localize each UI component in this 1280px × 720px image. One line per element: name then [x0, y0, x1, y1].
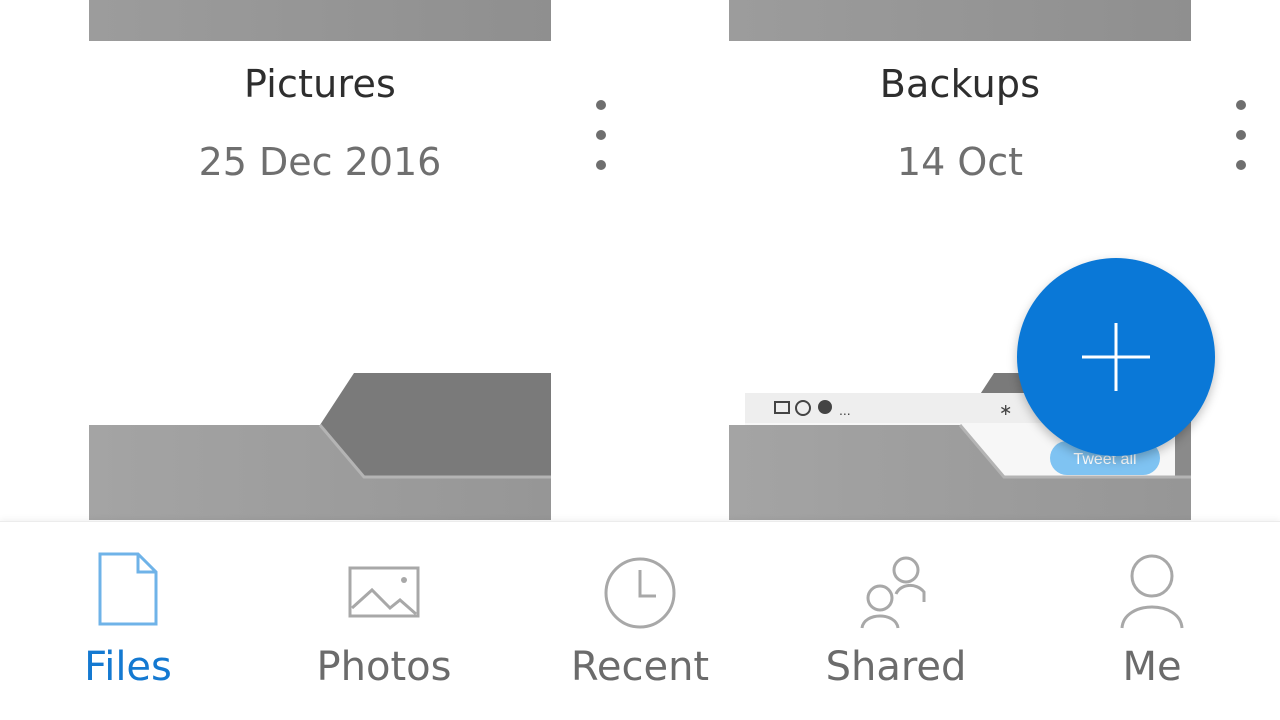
nav-label: Me	[1122, 644, 1182, 690]
more-options-icon[interactable]	[1226, 100, 1256, 170]
nav-label: Shared	[825, 644, 967, 690]
folder-date: 25 Dec 2016	[198, 140, 442, 184]
dot	[1236, 130, 1246, 140]
dot	[596, 130, 606, 140]
folder-title[interactable]: Pictures	[89, 62, 551, 106]
nav-recent[interactable]: Recent	[512, 522, 768, 720]
image-icon	[348, 566, 420, 618]
folder-date: 14 Oct	[896, 140, 1024, 184]
dot	[596, 100, 606, 110]
nav-me[interactable]: Me	[1024, 522, 1280, 720]
nav-label: Files	[84, 644, 172, 690]
svg-text:∗: ∗	[999, 400, 1012, 419]
dot	[1236, 100, 1246, 110]
nav-shared[interactable]: Shared	[768, 522, 1024, 720]
onedrive-files-screen: Pictures 25 Dec 2016 Backups 14 Oct ... …	[0, 0, 1280, 720]
plus-icon	[1082, 323, 1150, 391]
folder-thumbnail-top[interactable]	[729, 0, 1191, 41]
add-button[interactable]	[1017, 258, 1215, 456]
nav-photos[interactable]: Photos	[256, 522, 512, 720]
nav-label: Photos	[316, 644, 452, 690]
people-icon	[860, 556, 926, 629]
folder-title[interactable]: Backups	[729, 62, 1191, 106]
file-icon	[98, 552, 158, 626]
person-icon	[1120, 554, 1184, 629]
more-options-icon[interactable]	[586, 100, 616, 170]
dot	[1236, 160, 1246, 170]
nav-files[interactable]: Files	[0, 522, 256, 720]
folder-thumbnail-top[interactable]	[89, 0, 551, 41]
dot	[596, 160, 606, 170]
bottom-navigation: Files Photos Recent Shared Me	[0, 521, 1280, 720]
status-ellipsis: ...	[839, 402, 851, 418]
nav-label: Recent	[570, 644, 710, 690]
folder-icon[interactable]	[89, 360, 551, 520]
clock-icon	[604, 557, 676, 629]
